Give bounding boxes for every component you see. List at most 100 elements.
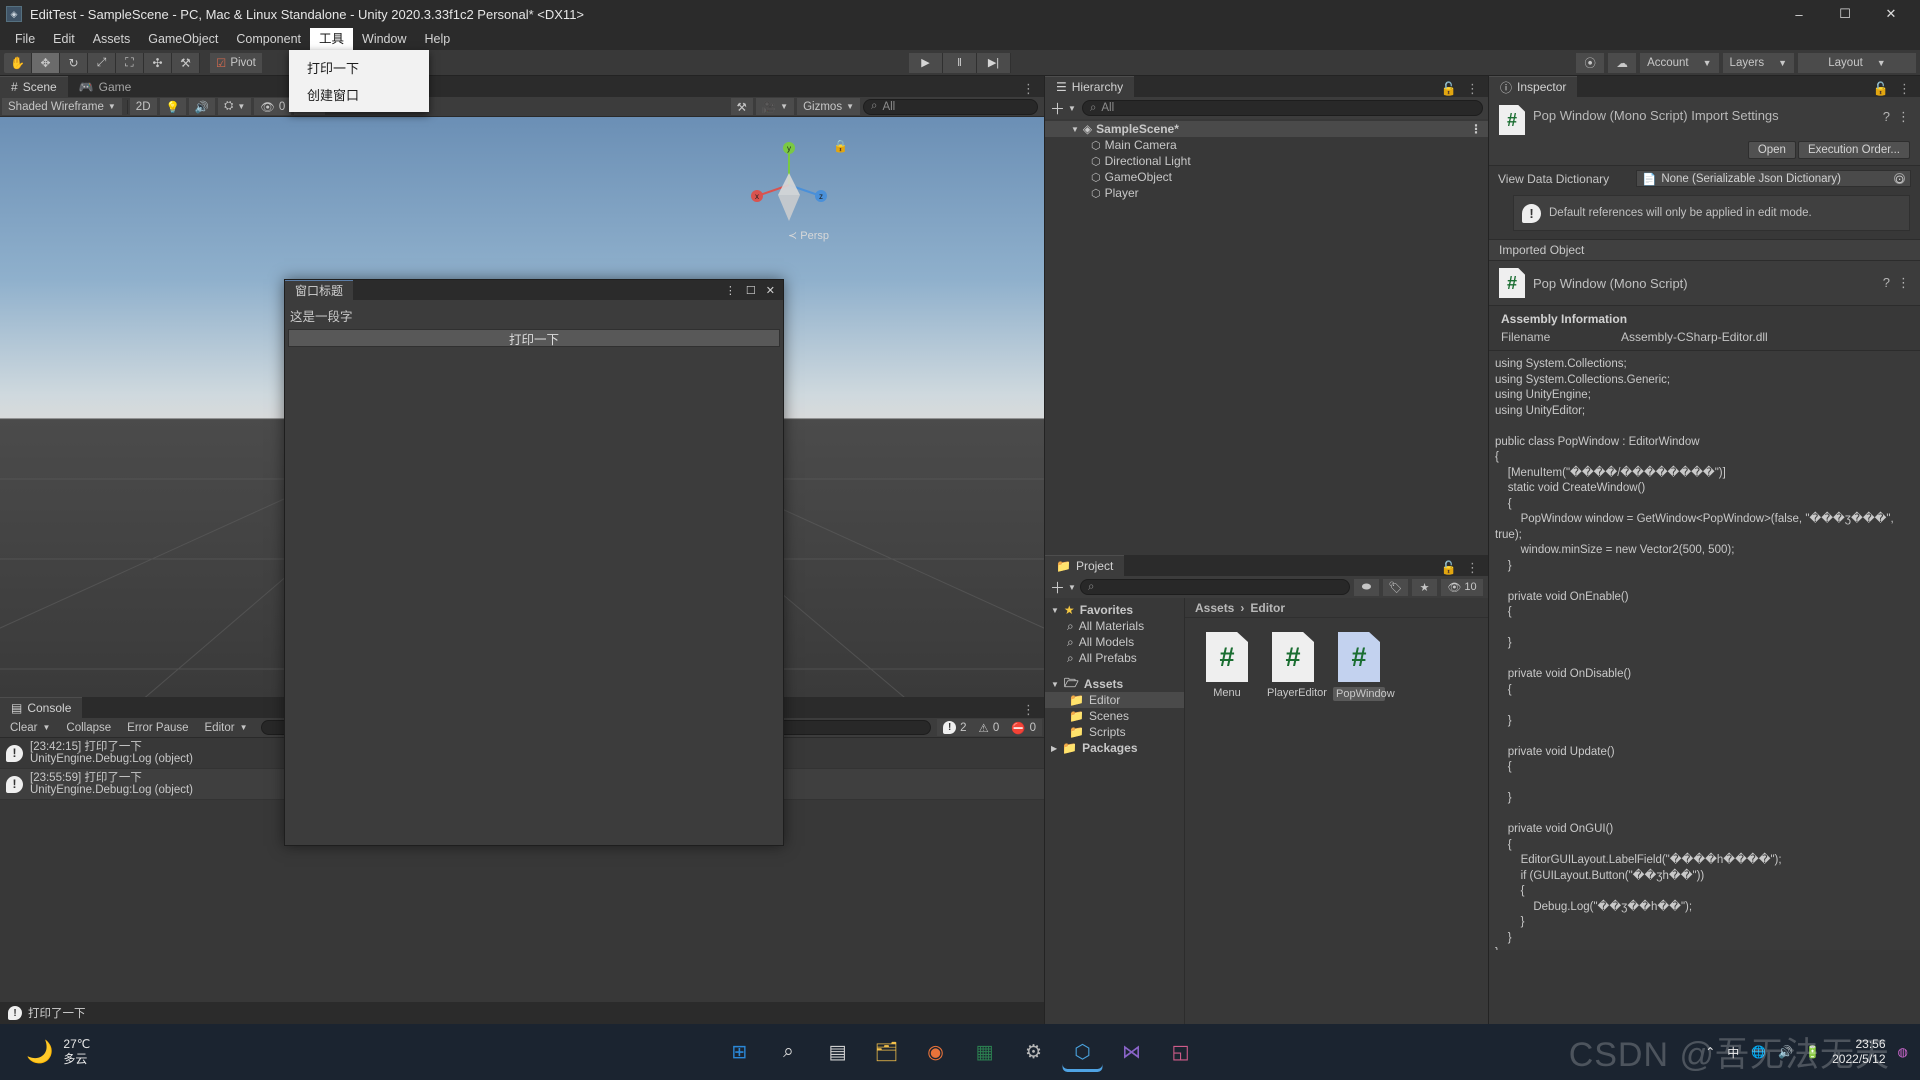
volume-icon[interactable]: 🔊 xyxy=(1778,1045,1793,1059)
open-button[interactable]: Open xyxy=(1747,141,1796,159)
cloud-icon[interactable]: ☁ xyxy=(1608,52,1637,73)
clear-button[interactable]: Clear ▼ xyxy=(2,719,58,736)
lock-icon[interactable]: 🔓 xyxy=(1441,81,1457,97)
warning-count[interactable]: ⚠ 0 xyxy=(972,719,1006,736)
maximize-icon[interactable]: ☐ xyxy=(746,284,756,297)
project-tree-favorites[interactable]: ▼ ★ Favorites xyxy=(1045,602,1184,618)
scene-visibility-toggle[interactable]: 👁 0 xyxy=(254,98,292,115)
error-pause-toggle[interactable]: Error Pause xyxy=(119,719,196,736)
chevron-right-icon[interactable]: ▶ xyxy=(1051,744,1057,753)
task-view-icon[interactable]: ▤ xyxy=(818,1032,858,1072)
info-count[interactable]: ! 2 xyxy=(937,719,973,736)
network-icon[interactable]: 🌐 xyxy=(1751,1045,1766,1059)
tab-scene[interactable]: # Scene xyxy=(0,76,68,97)
create-asset-button[interactable]: ＋ ▼ xyxy=(1050,577,1076,598)
hand-tool-icon[interactable]: ✋ xyxy=(4,52,32,73)
hierarchy-search-input[interactable]: ⌕ All xyxy=(1081,100,1483,116)
kebab-menu-icon[interactable]: ⋮ xyxy=(1466,560,1479,576)
close-button[interactable]: ✕ xyxy=(1868,0,1914,28)
weather-widget[interactable]: 🌙 27℃ 多云 xyxy=(0,1037,90,1067)
perspective-label[interactable]: ≺ Persp xyxy=(788,229,829,242)
lock-icon[interactable]: 🔓 xyxy=(1873,81,1889,97)
kebab-menu-icon[interactable]: ⋮ xyxy=(1022,702,1035,718)
pop-window-print-button[interactable]: 打印一下 xyxy=(288,329,780,347)
account-dropdown[interactable]: Account ▼ xyxy=(1640,52,1719,73)
help-icon[interactable]: ? xyxy=(1883,275,1890,291)
chevron-down-icon[interactable]: ▼ xyxy=(1051,606,1059,615)
scene-orientation-gizmo[interactable]: y x z xyxy=(744,137,834,227)
menu-file[interactable]: File xyxy=(6,28,44,50)
hierarchy-item-gameobject[interactable]: ⬡ GameObject xyxy=(1045,169,1488,185)
move-tool-icon[interactable]: ✥ xyxy=(32,52,60,73)
kebab-menu-icon[interactable]: ⋮ xyxy=(1898,81,1911,97)
capture-tool-icon[interactable]: ◱ xyxy=(1161,1032,1201,1072)
error-count[interactable]: ⛔ 0 xyxy=(1005,719,1042,736)
scene-search-input[interactable]: ⌕ All xyxy=(863,98,1038,115)
menu-assets[interactable]: Assets xyxy=(84,28,140,50)
execution-order-button[interactable]: Execution Order... xyxy=(1797,141,1910,159)
collab-icon[interactable]: ⦿ xyxy=(1576,52,1605,73)
hidden-packages-count[interactable]: 👁 10 xyxy=(1441,578,1483,596)
tab-hierarchy[interactable]: ☰ Hierarchy xyxy=(1045,76,1135,97)
scale-tool-icon[interactable]: ⤢ xyxy=(88,52,116,73)
asset-item-menu[interactable]: # Menu xyxy=(1201,632,1253,701)
layers-dropdown[interactable]: Layers ▼ xyxy=(1722,52,1794,73)
shading-mode-dropdown[interactable]: Shaded Wireframe ▼ xyxy=(2,98,122,115)
notification-center-icon[interactable]: ◍ xyxy=(1898,1045,1908,1059)
scene-gizmo-lock-icon[interactable]: 🔒 xyxy=(833,139,848,153)
pop-window-tab[interactable]: 窗口标题 xyxy=(285,280,354,300)
menu-item-create-window[interactable]: 创建窗口 xyxy=(289,81,429,108)
project-tree-packages[interactable]: ▶ 📁 Packages xyxy=(1045,740,1184,756)
hierarchy-item-main-camera[interactable]: ⬡ Main Camera xyxy=(1045,137,1488,153)
project-tree-all-prefabs[interactable]: ⌕ All Prefabs xyxy=(1045,650,1184,666)
add-gameobject-button[interactable]: ＋ ▼ xyxy=(1050,98,1076,119)
editor-dropdown[interactable]: Editor ▼ xyxy=(197,719,256,736)
chevron-up-icon[interactable]: ⌃ xyxy=(1705,1045,1715,1059)
project-search-input[interactable]: ⌕ xyxy=(1079,579,1350,595)
view-data-object-field[interactable]: 📄 None (Serializable Json Dictionary) ⊙ xyxy=(1636,170,1911,187)
scene-tools-icon[interactable]: ⚒ xyxy=(730,98,753,115)
object-picker-icon[interactable]: ⊙ xyxy=(1894,173,1905,186)
search-icon[interactable]: ⌕ xyxy=(769,1032,809,1072)
help-icon[interactable]: ? xyxy=(1883,109,1890,125)
menu-item-print[interactable]: 打印一下 xyxy=(289,54,429,81)
start-button-icon[interactable]: ⊞ xyxy=(720,1032,760,1072)
kebab-menu-icon[interactable]: ⋮ xyxy=(1897,109,1910,125)
settings-icon[interactable]: ⚙ xyxy=(1014,1032,1054,1072)
breadcrumb-editor[interactable]: Editor xyxy=(1250,601,1285,615)
pop-window-dialog[interactable]: 窗口标题 ⋮ ☐ ✕ 这是一段字 打印一下 xyxy=(284,279,784,846)
menu-window[interactable]: Window xyxy=(353,28,415,50)
audio-toggle-icon[interactable]: 🔊 xyxy=(188,98,216,115)
tab-console[interactable]: ▤ Console xyxy=(0,697,83,718)
kebab-menu-icon[interactable]: ⋮ xyxy=(1470,122,1482,136)
asset-item-popwindow[interactable]: # PopWindow xyxy=(1333,632,1395,701)
minimize-button[interactable]: – xyxy=(1776,0,1822,28)
file-explorer-icon[interactable]: 🗂 xyxy=(867,1032,907,1072)
hierarchy-item-directional-light[interactable]: ⬡ Directional Light xyxy=(1045,153,1488,169)
play-button[interactable]: ▶ xyxy=(909,52,943,73)
menu-component[interactable]: Component xyxy=(227,28,310,50)
menu-tools[interactable]: 工具 xyxy=(310,28,354,50)
ime-indicator[interactable]: 中 xyxy=(1727,1044,1739,1061)
filter-by-label-icon[interactable]: 🏷 xyxy=(1383,578,1408,596)
camera-settings-dropdown[interactable]: 🎥 ▼ xyxy=(755,98,795,115)
2d-toggle[interactable]: 2D xyxy=(129,98,157,115)
menu-help[interactable]: Help xyxy=(416,28,460,50)
lock-icon[interactable]: 🔓 xyxy=(1441,560,1457,576)
close-icon[interactable]: ✕ xyxy=(766,284,775,297)
kebab-menu-icon[interactable]: ⋮ xyxy=(725,284,736,297)
collapse-toggle[interactable]: Collapse xyxy=(58,719,119,736)
tab-game[interactable]: 🎮 Game xyxy=(68,76,143,97)
favorites-filter-icon[interactable]: ★ xyxy=(1412,578,1437,596)
visual-studio-icon[interactable]: ⋈ xyxy=(1112,1032,1152,1072)
hierarchy-item-player[interactable]: ⬡ Player xyxy=(1045,185,1488,201)
unity-icon[interactable]: ⬡ xyxy=(1063,1032,1103,1072)
project-tree-scripts[interactable]: 📁 Scripts xyxy=(1045,724,1184,740)
tab-inspector[interactable]: ⓘ Inspector xyxy=(1489,76,1578,97)
menu-gameobject[interactable]: GameObject xyxy=(139,28,227,50)
kebab-menu-icon[interactable]: ⋮ xyxy=(1022,81,1035,97)
project-tree-all-materials[interactable]: ⌕ All Materials xyxy=(1045,618,1184,634)
firefox-icon[interactable]: ◉ xyxy=(916,1032,956,1072)
tab-project[interactable]: 📁 Project xyxy=(1045,555,1125,576)
layout-dropdown[interactable]: Layout ▼ xyxy=(1798,52,1916,73)
